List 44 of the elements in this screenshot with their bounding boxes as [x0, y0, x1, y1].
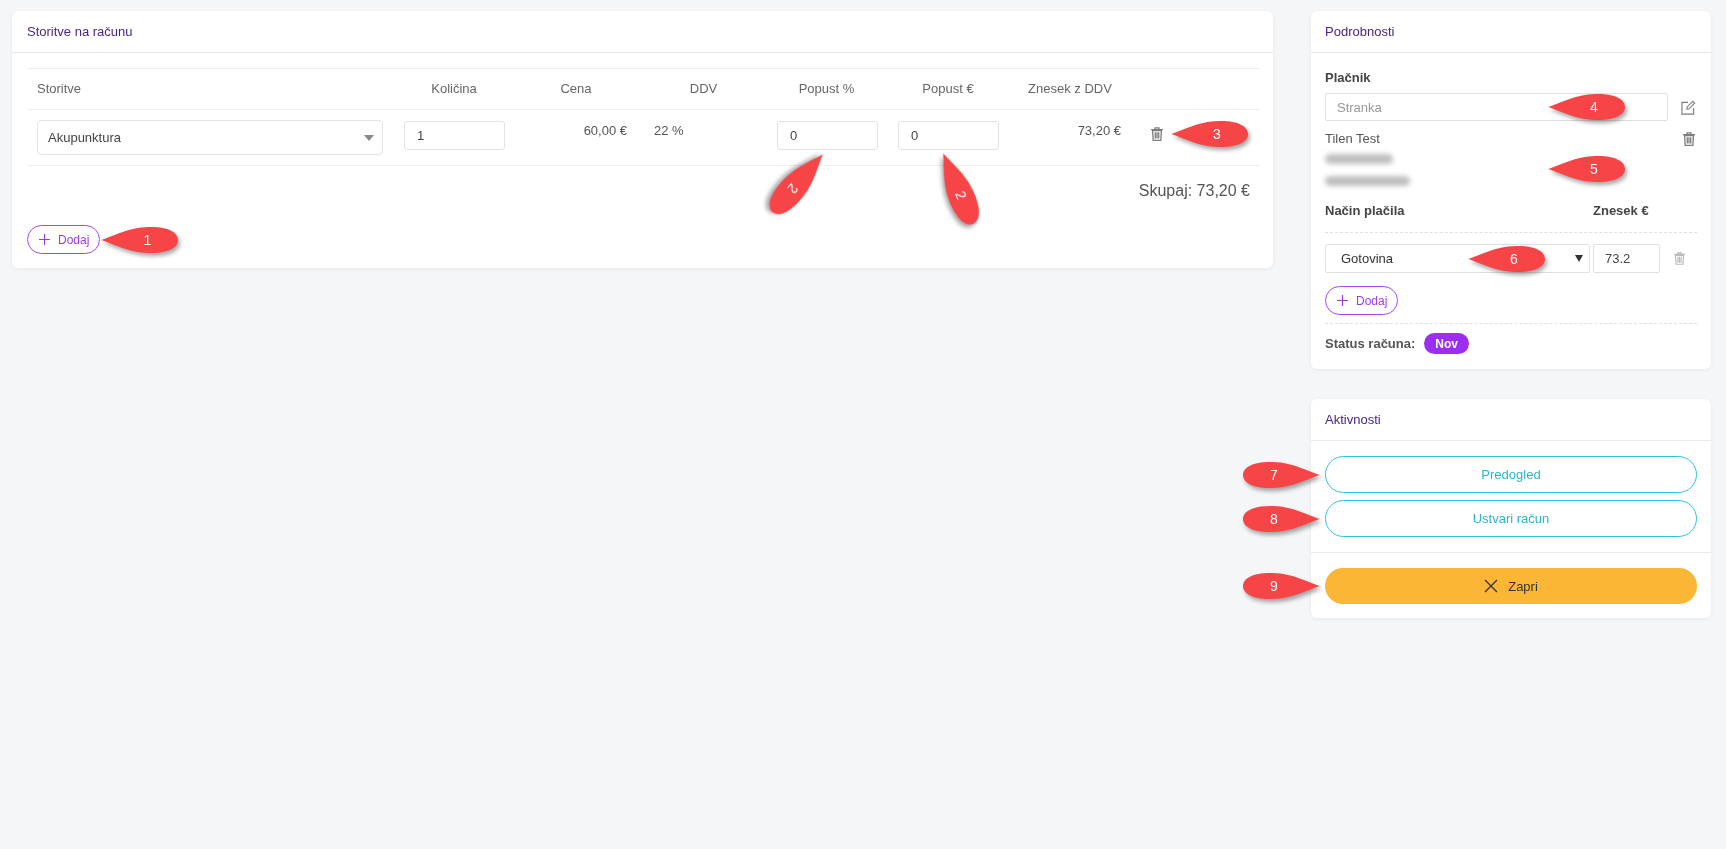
- card-title: Podrobnosti: [1325, 22, 1395, 41]
- callout-marker: 3: [1171, 119, 1249, 149]
- trash-icon[interactable]: [1683, 132, 1695, 146]
- payer-label: Plačnik: [1325, 69, 1372, 87]
- close-icon: [1484, 579, 1499, 593]
- callout-marker: 4: [1548, 92, 1626, 122]
- amount-text: 73,20 €: [1077, 123, 1121, 138]
- callout-marker: 5: [1548, 154, 1626, 184]
- plus-icon: [39, 234, 50, 245]
- callout-marker: 6: [1468, 243, 1546, 274]
- discount-amount-input[interactable]: 0: [898, 121, 999, 150]
- caret-icon: [364, 134, 374, 141]
- vat-text: 22 %: [654, 123, 684, 138]
- column-header: Storitve: [36, 80, 82, 98]
- callout-marker: 8: [1242, 503, 1320, 534]
- card-title: Aktivnosti: [1325, 410, 1381, 429]
- card-title: Storitve na računu: [27, 22, 133, 41]
- discount-percent-input[interactable]: 0: [777, 121, 878, 150]
- column-header: DDV: [688, 80, 718, 98]
- status-badge: Nov: [1424, 333, 1469, 354]
- column-header: Popust %: [798, 80, 855, 98]
- column-header: Znesek z DDV: [1028, 80, 1112, 98]
- trash-icon[interactable]: [1151, 127, 1163, 141]
- close-button[interactable]: Zapri: [1325, 568, 1697, 604]
- callout-marker: 1: [101, 224, 180, 255]
- callout-marker: 7: [1242, 459, 1320, 490]
- callout-marker: 9: [1242, 571, 1320, 601]
- amount-input[interactable]: 73.2: [1593, 244, 1660, 273]
- service-select[interactable]: Akupunktura: [37, 120, 383, 155]
- total-text: Skupaj: 73,20 €: [1138, 182, 1250, 199]
- quantity-input[interactable]: 1: [404, 121, 505, 150]
- column-header: Način plačila: [1325, 202, 1406, 220]
- column-header: Znesek €: [1593, 202, 1650, 220]
- add-button[interactable]: Dodaj: [1325, 286, 1399, 315]
- add-button[interactable]: Dodaj: [27, 225, 101, 254]
- column-header: Popust €: [922, 80, 974, 98]
- client-name: Tilen Test: [1325, 130, 1380, 148]
- edit-icon[interactable]: [1681, 99, 1696, 115]
- status-label: Status računa:: [1325, 334, 1416, 353]
- price-text: 60,00 €: [583, 123, 627, 138]
- caret-icon: [1575, 255, 1583, 262]
- column-header: Cena: [560, 80, 592, 98]
- plus-icon: [1337, 295, 1348, 306]
- column-header: Količina: [431, 80, 477, 98]
